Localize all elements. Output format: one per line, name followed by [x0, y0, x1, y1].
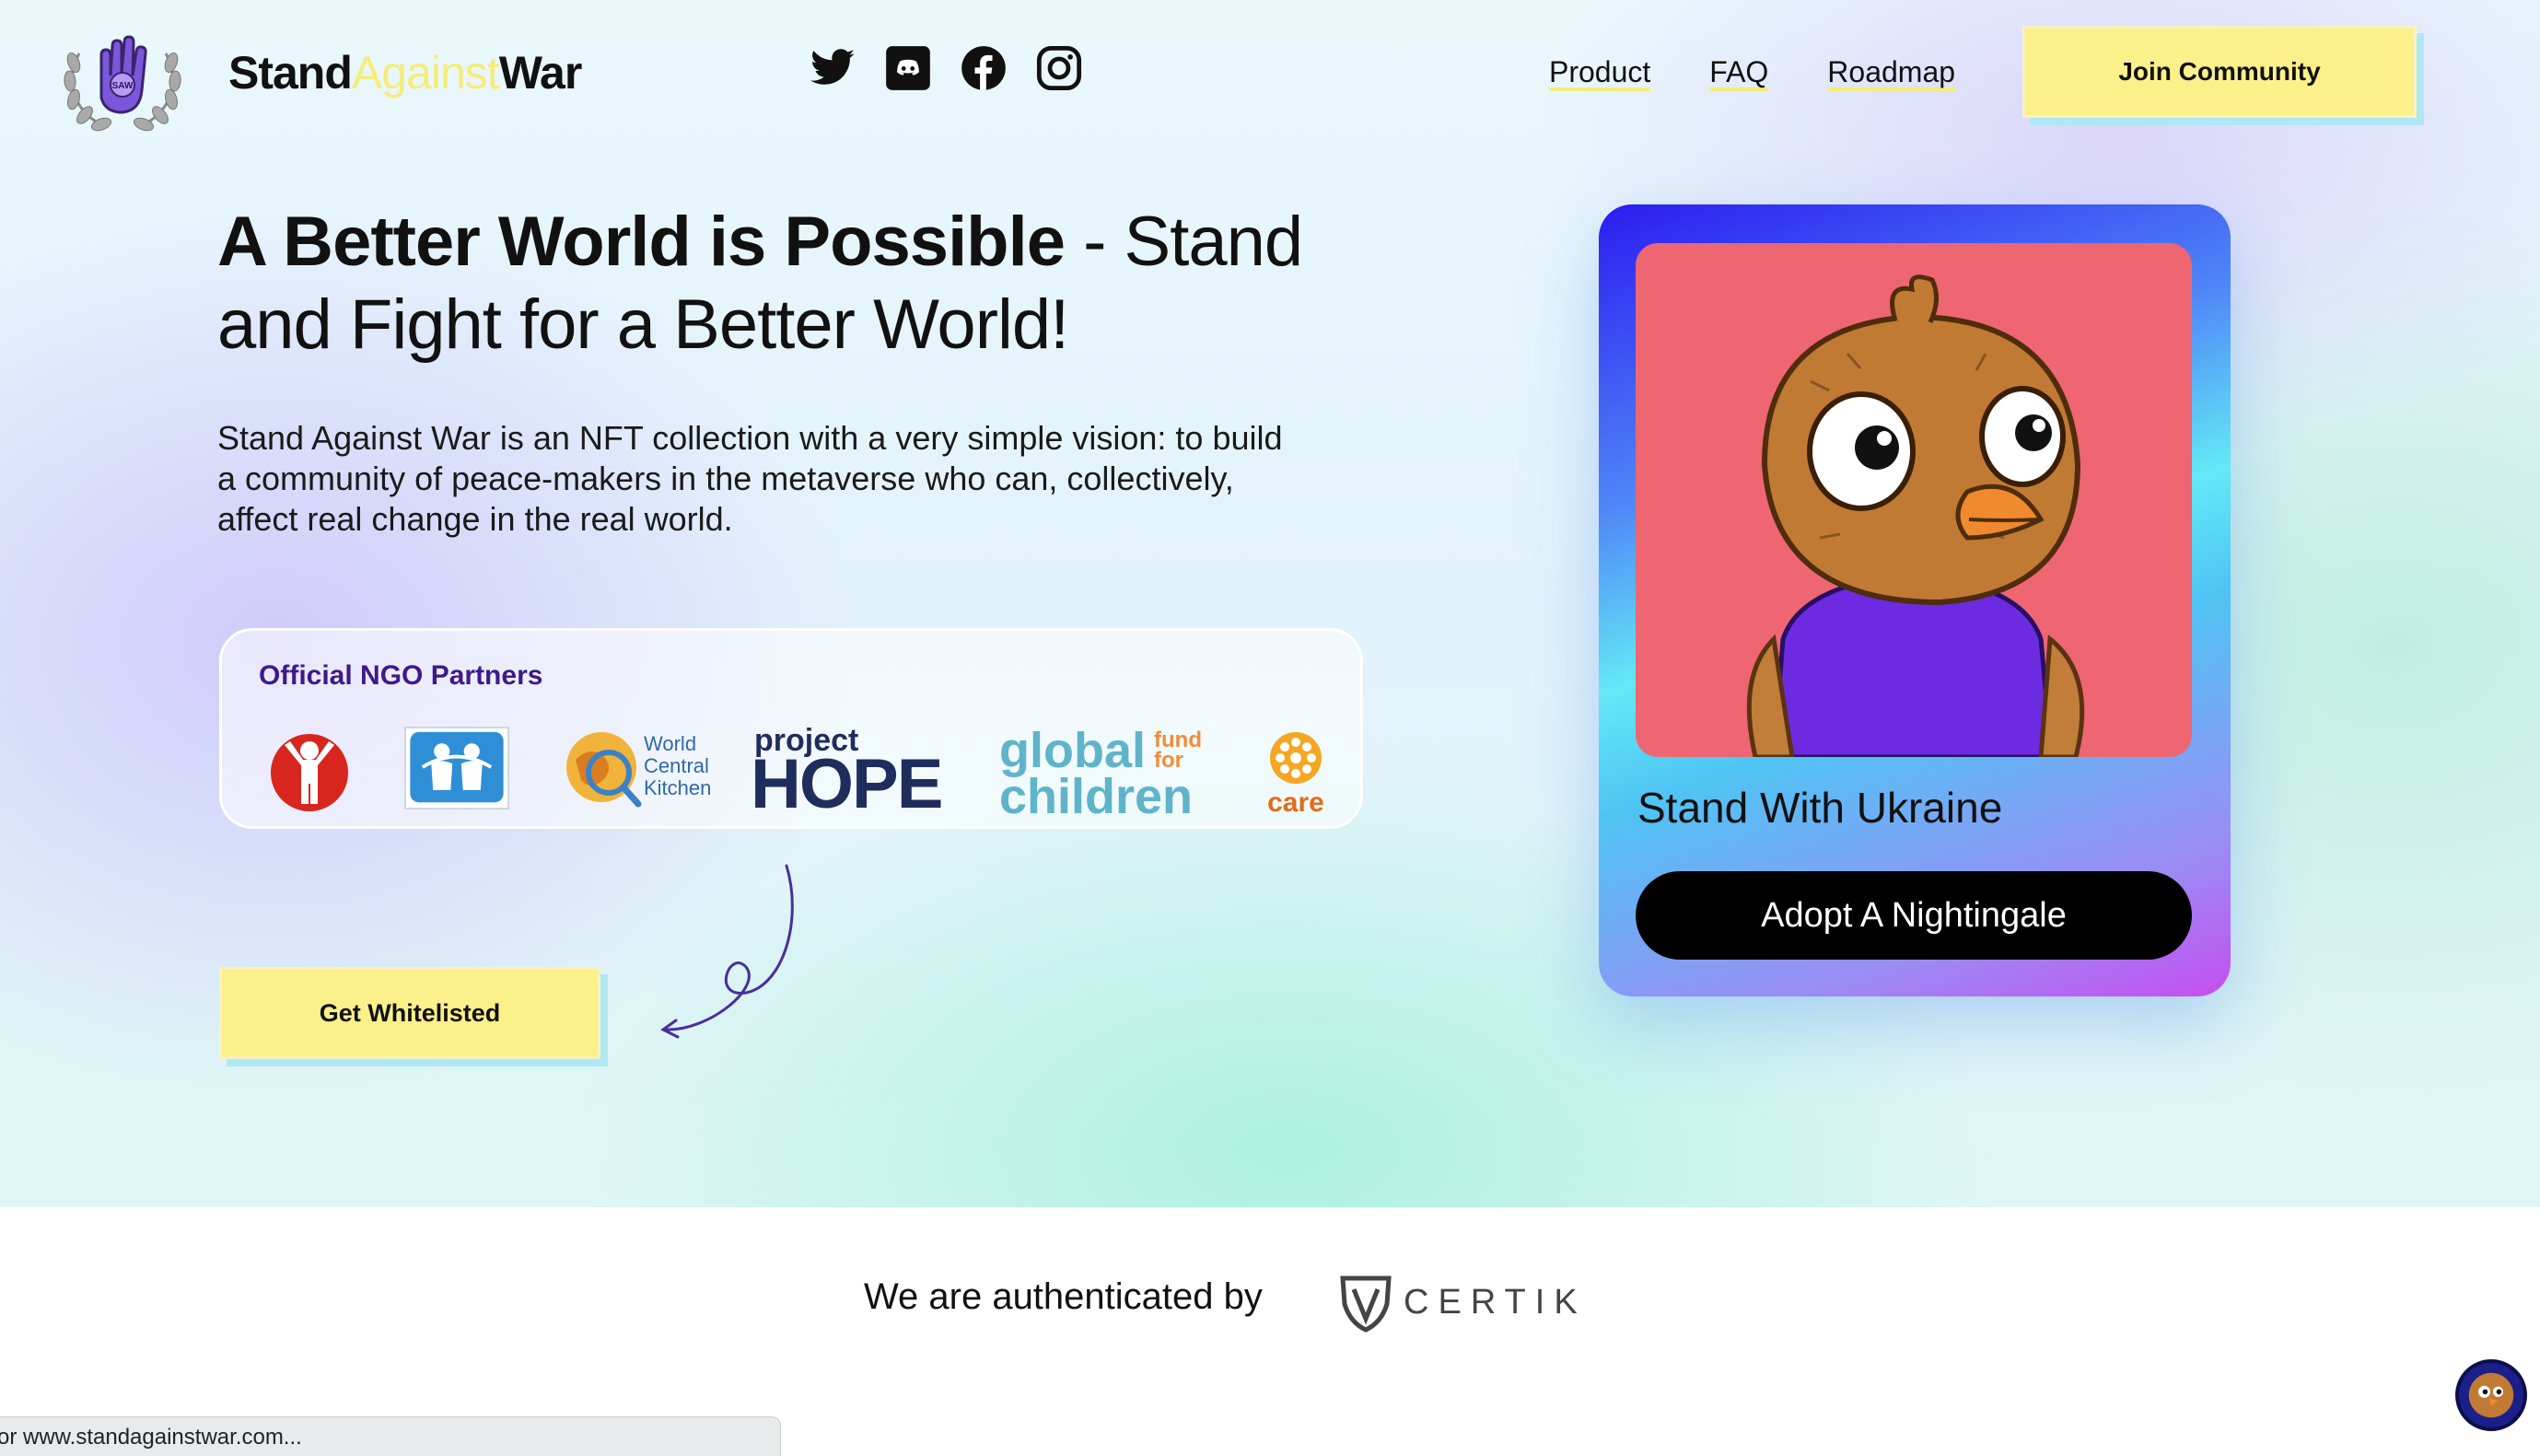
- global-fund-for-children-logo[interactable]: global fund for children: [999, 721, 1220, 824]
- get-whitelisted-button[interactable]: Get Whitelisted: [219, 967, 600, 1059]
- svg-text:CERTIK: CERTIK: [1404, 1283, 1587, 1322]
- logo-emblem[interactable]: SAW: [61, 26, 184, 134]
- svg-text:children: children: [999, 769, 1193, 822]
- svg-text:HOPE: HOPE: [751, 745, 941, 821]
- brand-part-3: War: [498, 47, 583, 99]
- decorative-arrow: [660, 864, 794, 1039]
- sos-childrens-villages-logo[interactable]: [404, 727, 509, 810]
- certik-logo[interactable]: CERTIK: [1335, 1269, 1593, 1334]
- brand-part-1: Stand: [228, 47, 353, 99]
- save-the-children-logo[interactable]: [268, 725, 351, 813]
- project-hope-logo[interactable]: project HOPE: [751, 719, 944, 823]
- nav-product[interactable]: Product: [1549, 55, 1651, 91]
- discord-icon[interactable]: [884, 44, 932, 92]
- svg-text:care: care: [1267, 787, 1324, 817]
- nightingale-avatar-icon: [2468, 1372, 2514, 1418]
- main-nav: Product FAQ Roadmap: [1549, 55, 1956, 91]
- adopt-nightingale-button[interactable]: Adopt A Nightingale: [1636, 871, 2192, 960]
- nft-card: Stand With Ukraine Adopt A Nightingale: [1599, 204, 2231, 996]
- care-logo[interactable]: care: [1259, 725, 1333, 818]
- brand-part-2: Against: [351, 47, 500, 99]
- facebook-icon[interactable]: [960, 44, 1008, 92]
- join-community-button[interactable]: Join Community: [2022, 26, 2417, 118]
- authenticated-by-text: We are authenticated by: [864, 1276, 1263, 1317]
- world-central-kitchen-logo[interactable]: World Central Kitchen: [563, 723, 728, 815]
- chat-avatar-button[interactable]: [2455, 1359, 2527, 1431]
- headline-bold: A Better World is Possible: [217, 203, 1066, 281]
- social-links: [809, 44, 1083, 92]
- partners-title: Official NGO Partners: [259, 660, 543, 691]
- hero-section: SAW StandAgainstWar Product FAQ Roadmap …: [0, 0, 2540, 1207]
- hero-headline: A Better World is Possible - Stand and F…: [217, 201, 1369, 367]
- ngo-partners-panel: Official NGO Partners World Central Kitc…: [219, 628, 1363, 829]
- hero-description: Stand Against War is an NFT collection w…: [217, 419, 1283, 538]
- nav-roadmap[interactable]: Roadmap: [1827, 55, 1956, 91]
- card-title: Stand With Ukraine: [1637, 784, 2003, 832]
- svg-text:SAW: SAW: [112, 81, 134, 91]
- nav-faq[interactable]: FAQ: [1709, 55, 1769, 91]
- svg-text:Kitchen: Kitchen: [644, 776, 711, 799]
- browser-status-bar: or www.standagainstwar.com...: [0, 1416, 781, 1456]
- twitter-icon[interactable]: [809, 44, 856, 92]
- instagram-icon[interactable]: [1035, 44, 1083, 92]
- svg-text:World: World: [644, 732, 696, 755]
- brand-name[interactable]: StandAgainstWar: [228, 46, 583, 99]
- svg-text:Central: Central: [644, 754, 709, 777]
- nightingale-artwork: [1636, 243, 2192, 757]
